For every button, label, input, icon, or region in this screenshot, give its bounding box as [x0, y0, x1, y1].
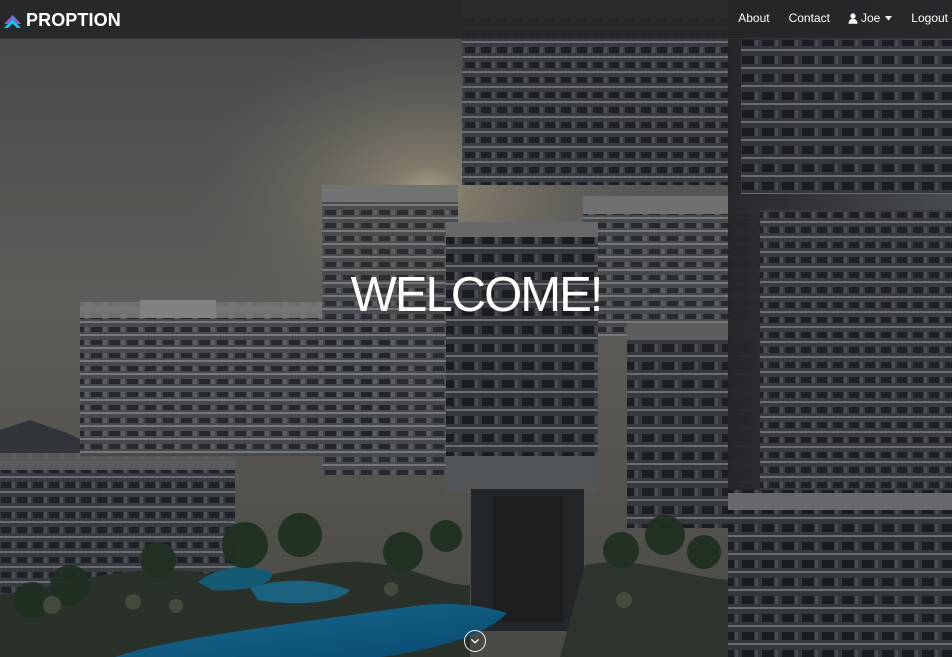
about-link[interactable]: About [738, 12, 769, 24]
brand-name: PROPTION [26, 10, 121, 30]
scroll-down-button[interactable] [464, 630, 486, 652]
chevron-stack-logo-icon [4, 15, 21, 28]
main-navigation: About Contact Joe Logout [738, 0, 949, 36]
brand-home-link[interactable]: PROPTION [3, 9, 121, 31]
user-name: Joe [860, 11, 881, 25]
user-menu-toggle[interactable]: Joe [848, 11, 893, 25]
welcome-heading: WELCOME! [350, 267, 604, 322]
contact-link[interactable]: Contact [789, 12, 830, 24]
hero-building-photo [0, 0, 952, 657]
logout-link[interactable]: Logout [911, 12, 948, 24]
landing-page: PROPTION About Contact Joe Logout WELCOM… [0, 0, 952, 657]
caret-down-icon [885, 16, 893, 21]
chevron-down-icon [471, 638, 479, 643]
top-navigation-bar: PROPTION About Contact Joe Logout [0, 0, 952, 39]
person-icon [848, 12, 858, 24]
